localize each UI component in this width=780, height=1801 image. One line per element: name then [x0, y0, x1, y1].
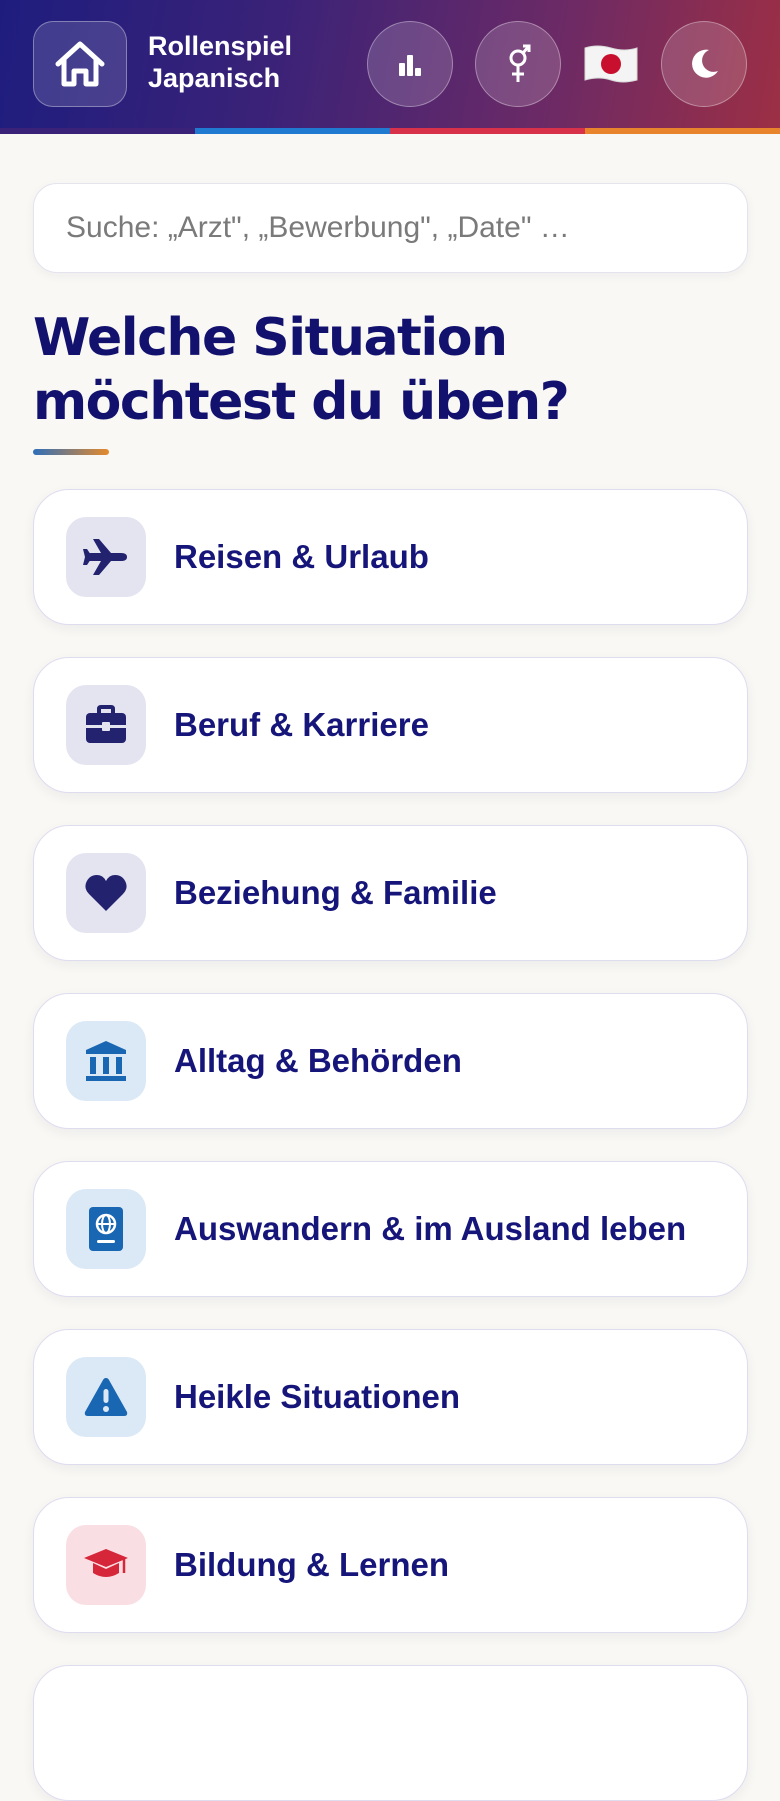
moon-icon: [692, 49, 718, 78]
home-button[interactable]: [33, 21, 127, 107]
bar-chart-icon: [399, 55, 421, 76]
category-icon-box: [66, 1189, 146, 1269]
category-card-tricky-situations[interactable]: Heikle Situationen: [33, 1329, 748, 1465]
category-card-emigration[interactable]: Auswandern & im Ausland leben: [33, 1161, 748, 1297]
app-title: Rollenspiel Japanisch: [148, 30, 338, 94]
page-heading: Welche Situation möchtest du üben?: [33, 308, 570, 432]
category-icon-box: [66, 517, 146, 597]
heart-icon: [85, 875, 127, 911]
app-header: Rollenspiel Japanisch: [0, 0, 780, 128]
gender-icon: [509, 44, 531, 82]
category-card-everyday-authorities[interactable]: Alltag & Behörden: [33, 993, 748, 1129]
search-box[interactable]: [33, 183, 748, 273]
category-card-career[interactable]: Beruf & Karriere: [33, 657, 748, 793]
heading-underline: [33, 449, 109, 455]
dark-mode-button[interactable]: [661, 21, 747, 107]
stats-button[interactable]: [367, 21, 453, 107]
category-label: Auswandern & im Ausland leben: [174, 1210, 687, 1247]
gender-button[interactable]: [475, 21, 561, 107]
stripe-segment: [390, 128, 585, 134]
category-card-education[interactable]: Bildung & Lernen: [33, 1497, 748, 1633]
category-label: Beruf & Karriere: [174, 706, 429, 743]
home-icon: [55, 41, 105, 87]
stripe-segment: [0, 128, 195, 134]
category-label: Heikle Situationen: [174, 1378, 461, 1415]
stripe-segment: [195, 128, 390, 134]
category-icon-box: [66, 1357, 146, 1437]
search-input[interactable]: [66, 211, 715, 245]
category-label: Alltag & Behörden: [174, 1042, 462, 1079]
language-flag-button[interactable]: [581, 36, 641, 92]
category-label: Beziehung & Familie: [174, 874, 497, 911]
graduation-cap-icon: [84, 1549, 128, 1577]
category-label: Reisen & Urlaub: [174, 538, 429, 575]
category-card-relationship[interactable]: Beziehung & Familie: [33, 825, 748, 961]
category-icon-box: [66, 853, 146, 933]
category-card-travel[interactable]: Reisen & Urlaub: [33, 489, 748, 625]
passport-icon: [89, 1207, 123, 1251]
government-building-icon: [86, 1041, 126, 1081]
category-icon-box: [66, 1525, 146, 1605]
app-title-line1: Rollenspiel: [148, 31, 293, 61]
category-label: Bildung & Lernen: [174, 1546, 449, 1583]
category-card-next[interactable]: [33, 1665, 748, 1801]
japan-flag-icon: [584, 45, 638, 83]
airplane-icon: [83, 539, 127, 575]
app-title-line2: Japanisch: [148, 63, 281, 93]
warning-icon: [84, 1378, 128, 1416]
category-icon-box: [66, 685, 146, 765]
category-icon-box: [66, 1021, 146, 1101]
briefcase-icon: [86, 705, 126, 743]
header-color-stripe: [0, 128, 780, 134]
stripe-segment: [585, 128, 780, 134]
